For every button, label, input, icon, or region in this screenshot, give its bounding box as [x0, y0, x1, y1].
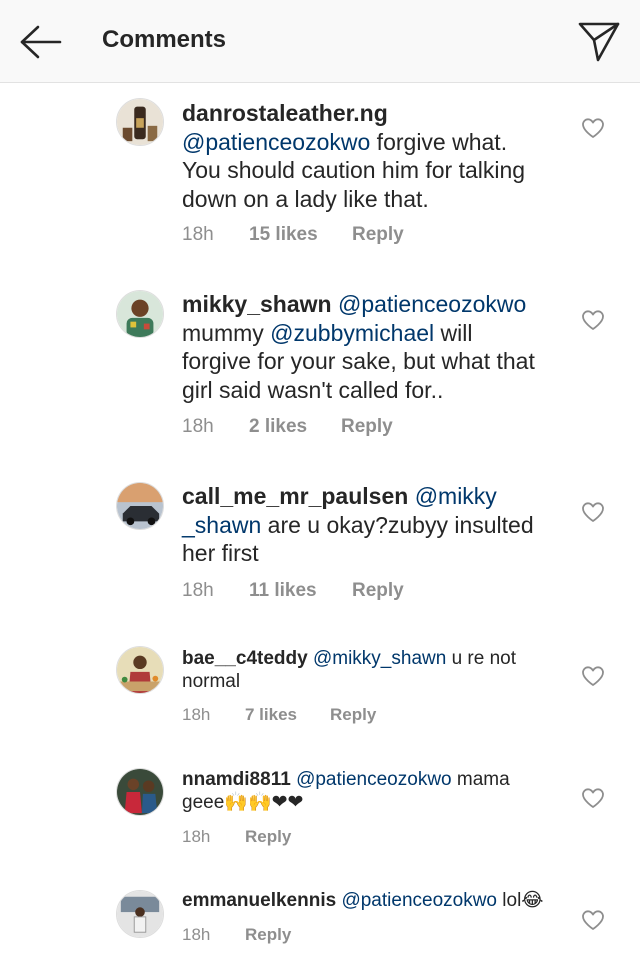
comment-text: forgive for your sake, but what that	[182, 348, 535, 374]
comment-username[interactable]: nnamdi8811	[182, 769, 291, 790]
comment-text: normal	[182, 671, 241, 692]
mention-link[interactable]: @patienceozokwo	[341, 890, 497, 911]
comment-text: lol	[497, 890, 522, 911]
comment-username[interactable]: emmanuelkennis	[182, 890, 336, 911]
mention-link[interactable]: _shawn	[182, 512, 261, 538]
comment-text: You should caution him for talking	[182, 157, 526, 183]
page-title: Comments	[102, 26, 227, 53]
likes-count[interactable]: 11 likes	[249, 580, 352, 602]
comment-text: will	[434, 319, 473, 346]
mention-link[interactable]: @patienceozokwo	[338, 291, 526, 317]
comment-meta: 18h 11 likes Reply	[182, 580, 404, 602]
comment-text: are u okay?zubyy insulted	[261, 511, 534, 538]
likes-count[interactable]: 2 likes	[249, 416, 341, 438]
likes-count[interactable]: 15 likes	[249, 224, 352, 246]
comment-username[interactable]: mikky_shawn	[182, 291, 332, 317]
avatar[interactable]	[116, 98, 164, 146]
comment-meta: 18h 2 likes Reply	[182, 416, 393, 438]
heart-icon[interactable]	[581, 665, 605, 687]
reply-button[interactable]: Reply	[341, 416, 393, 438]
emoji-text: 😂	[521, 890, 544, 911]
comment-text: mummy	[182, 319, 271, 346]
heart-icon[interactable]	[581, 117, 605, 139]
comment-username[interactable]: bae__c4teddy	[182, 648, 308, 669]
comment-text: down on a lady like that.	[182, 185, 429, 212]
comment-time: 18h	[182, 925, 211, 944]
mention-link[interactable]: @mikky	[415, 483, 497, 509]
avatar[interactable]	[116, 290, 164, 338]
mention-link[interactable]: @mikky_shawn	[313, 648, 446, 669]
mention-link[interactable]: @patienceozokwo	[182, 129, 370, 155]
paper-plane-icon	[578, 22, 620, 62]
comment-text: mama	[451, 769, 510, 790]
reply-button[interactable]: Reply	[245, 925, 291, 945]
reply-button[interactable]: Reply	[352, 580, 404, 602]
comment-meta: 18h Reply	[182, 827, 291, 847]
comment-text: geee	[182, 792, 225, 813]
heart-icon[interactable]	[581, 501, 605, 523]
heart-icon[interactable]	[581, 309, 605, 331]
comment-time: 18h	[182, 224, 214, 245]
avatar[interactable]	[116, 890, 164, 938]
comment-time: 18h	[182, 416, 214, 437]
comment-text: u re not	[446, 648, 517, 669]
comment-meta: 18h Reply	[182, 925, 291, 945]
heart-icon[interactable]	[581, 787, 605, 809]
mention-link[interactable]: @zubbymichael	[270, 320, 434, 346]
emoji-text: 🙌🙌❤❤	[224, 792, 304, 813]
avatar[interactable]	[116, 482, 164, 530]
avatar[interactable]	[116, 646, 164, 694]
comment-time: 18h	[182, 827, 211, 846]
comment-text: forgive what.	[370, 128, 508, 155]
heart-icon[interactable]	[581, 909, 605, 931]
comment-time: 18h	[182, 580, 214, 601]
reply-button[interactable]: Reply	[352, 224, 404, 246]
back-button[interactable]	[18, 22, 64, 62]
mention-link[interactable]: @patienceozokwo	[296, 769, 452, 790]
arrow-left-icon	[20, 25, 62, 59]
comment-meta: 18h 7 likes Reply	[182, 705, 376, 725]
share-button[interactable]	[576, 18, 622, 64]
comment-meta: 18h 15 likes Reply	[182, 224, 404, 246]
avatar[interactable]	[116, 768, 164, 816]
reply-button[interactable]: Reply	[245, 827, 291, 847]
comment-text: her first	[182, 540, 259, 566]
comment-username[interactable]: danrostaleather.ng	[182, 100, 388, 126]
comment-time: 18h	[182, 705, 211, 724]
likes-count[interactable]: 7 likes	[245, 705, 330, 725]
comment-username[interactable]: call_me_mr_paulsen	[182, 483, 408, 509]
comment-text: girl said wasn't called for..	[182, 376, 444, 403]
top-bar: Comments	[0, 0, 640, 83]
reply-button[interactable]: Reply	[330, 705, 376, 725]
